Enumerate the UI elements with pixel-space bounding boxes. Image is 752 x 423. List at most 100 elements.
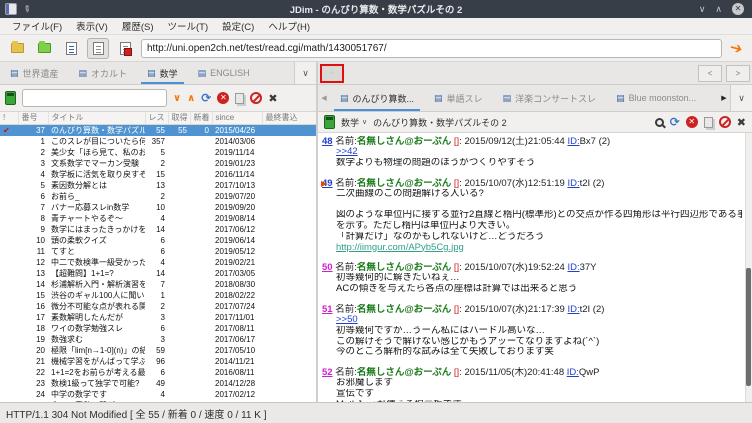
reply-anchor-link[interactable]: >>50: [336, 315, 358, 325]
row-num: 37: [18, 124, 48, 136]
column-header-4[interactable]: 取得: [168, 112, 191, 125]
copy-icon[interactable]: [235, 92, 245, 104]
menu-item-2[interactable]: 履歴(S): [116, 18, 160, 34]
post-number-link[interactable]: 50: [322, 262, 333, 273]
tab-scroll-right-icon[interactable]: ▶: [718, 85, 730, 111]
favorites-button[interactable]: [33, 38, 55, 59]
post-id-link[interactable]: ID:: [567, 178, 579, 189]
thread-stop-icon[interactable]: [718, 116, 731, 128]
row-since: 2014/03/06: [215, 136, 256, 146]
table-row[interactable]: 21 機械学習をがんばって学ぶ 96 2014/11/21: [0, 356, 316, 367]
post-id-link[interactable]: ID:: [567, 304, 579, 315]
url-link[interactable]: http://iimgur.com/APyb5Cg.jpg: [336, 243, 464, 253]
stop-icon[interactable]: [250, 92, 263, 104]
app-window: ✎ JDim - のんびり算数・数学パズルその 2 ∨ ∧ ✕ ファイル(F) 表…: [0, 0, 752, 423]
close-tab-icon[interactable]: ✖: [268, 92, 277, 105]
table-row[interactable]: 15 渋谷のギャル100人に聞い 1 2018/02/22: [0, 290, 316, 301]
menu-item-0[interactable]: ファイル(F): [6, 18, 68, 34]
thread-tab-2[interactable]: ▤ 洋楽コンサートスレ: [493, 85, 607, 111]
post-52: 52 名前:名無しさん@おーぷん []: 2015/11/05(木)20:41:…: [322, 367, 742, 402]
table-row[interactable]: 18 ワイの数学勉強スレ 6 2017/08/11: [0, 323, 316, 334]
column-header-5[interactable]: 新着: [190, 112, 213, 125]
tab-forward-button[interactable]: >: [726, 64, 750, 82]
post-id-link[interactable]: ID:: [567, 262, 579, 273]
menu-item-4[interactable]: 設定(C): [216, 18, 260, 34]
post-id-link[interactable]: ID:: [567, 136, 579, 147]
column-header-3[interactable]: レス: [145, 112, 169, 125]
url-input[interactable]: [141, 38, 723, 58]
thread-close-tab-icon[interactable]: ✖: [737, 116, 746, 129]
board-tab-list-button[interactable]: ∨: [294, 62, 316, 84]
tab-back-button[interactable]: <: [698, 64, 722, 82]
open-url-arrow-icon[interactable]: ➔: [725, 37, 748, 59]
thread-view-button[interactable]: [87, 37, 109, 59]
search-icon[interactable]: [654, 117, 664, 127]
menu-item-3[interactable]: ツール(T): [161, 18, 214, 34]
table-row[interactable]: 12 中二で数検準一級受かった 4 2019/02/21: [0, 257, 316, 268]
thread-tab-0[interactable]: ▤ のんびり算数...: [330, 85, 424, 111]
post-line: MathJax↓が使える掲示板です: [336, 400, 742, 402]
search-up-icon[interactable]: ∧: [187, 93, 195, 104]
thread-copy-icon[interactable]: [703, 116, 713, 128]
table-row[interactable]: 17 素数解明したんだが 3 2017/11/01: [0, 312, 316, 323]
scrollbar-thumb[interactable]: [746, 267, 751, 386]
column-header-1[interactable]: 番号: [18, 112, 49, 125]
image-view-button[interactable]: [114, 38, 136, 59]
table-row[interactable]: 16 微分不可能な点が表れる関 2 2017/07/24: [0, 301, 316, 312]
column-header-7[interactable]: 最終書込: [262, 112, 316, 125]
column-header-2[interactable]: タイトル: [48, 112, 146, 125]
post-id-link[interactable]: ID:: [567, 367, 579, 378]
menu-item-5[interactable]: ヘルプ(H): [262, 18, 316, 34]
thread-close-search-icon[interactable]: ✕: [685, 116, 698, 128]
search-down-icon[interactable]: ∨: [173, 93, 181, 104]
table-row[interactable]: 4 数学板に活気を取り戻すぞ 15 2016/11/14: [0, 169, 316, 180]
table-row[interactable]: 6 お前ら_ 2 2019/07/20: [0, 191, 316, 202]
table-row[interactable]: 2 美少女「ほら見て、私のおま 5 2019/11/14: [0, 147, 316, 158]
post-number-link[interactable]: 48: [322, 136, 333, 147]
board-tab-2[interactable]: ▤ 数学: [137, 62, 188, 84]
write-post-icon[interactable]: [324, 115, 335, 129]
close-button[interactable]: ✕: [732, 3, 744, 15]
new-thread-icon[interactable]: [5, 91, 16, 105]
reply-anchor-link[interactable]: >>42: [336, 147, 358, 157]
table-row[interactable]: 5 素因数分解とは 13 2017/10/13: [0, 180, 316, 191]
thread-scrollbar[interactable]: [745, 133, 752, 402]
close-search-icon[interactable]: ✕: [217, 92, 230, 104]
table-row[interactable]: 14 杉浦解析入門・解析演習を 7 2018/08/30: [0, 279, 316, 290]
table-row[interactable]: 19 数強求む 3 2017/06/17: [0, 334, 316, 345]
minimize-button[interactable]: ∨: [699, 4, 706, 14]
thread-reload-icon[interactable]: ⟳: [670, 115, 680, 129]
board-tab-3[interactable]: ▤ ENGLISH: [188, 62, 260, 84]
table-row[interactable]: 22 1+1=2をお前らが考える最も 6 2016/08/11: [0, 367, 316, 378]
table-row[interactable]: 24 中学の数学です 4 2017/02/12: [0, 389, 316, 400]
table-row[interactable]: 1 このスレが目についたら何 357 2014/03/06: [0, 136, 316, 147]
bbs-list-button[interactable]: [6, 38, 28, 59]
table-row[interactable]: 8 青チャートやるぞ〜 4 2019/08/14: [0, 213, 316, 224]
post-number-link[interactable]: 52: [322, 367, 333, 378]
table-row[interactable]: 7 バナー応募スレin数学 10 2019/09/20: [0, 202, 316, 213]
thread-tab-3[interactable]: ▤ Blue moonston...: [606, 85, 706, 111]
menu-item-1[interactable]: 表示(V): [70, 18, 114, 34]
board-select[interactable]: 数学 ∨: [341, 116, 367, 129]
table-row[interactable]: 3 文系数学でマーカン受験 2 2019/01/23: [0, 158, 316, 169]
tab-scroll-left-icon[interactable]: ◀: [318, 85, 330, 111]
table-row[interactable]: 10 頭の柔軟クイズ 6 2019/06/14: [0, 235, 316, 246]
maximize-button[interactable]: ∧: [715, 4, 722, 14]
highlighted-toggle-button[interactable]: ⁘: [320, 63, 344, 83]
board-view-button[interactable]: [60, 38, 82, 59]
column-header-0[interactable]: !: [0, 112, 19, 125]
table-row[interactable]: 20 極限「lim[n→1-0](n)」の結 59 2017/05/10: [0, 345, 316, 356]
table-row[interactable]: 23 数検1級って独学で可能? 49 2014/12/28: [0, 378, 316, 389]
board-tab-1[interactable]: ▤ オカルト: [69, 62, 138, 84]
board-search-input[interactable]: [22, 89, 167, 107]
table-row[interactable]: 11 てすと 6 2019/05/12: [0, 246, 316, 257]
column-header-6[interactable]: since: [212, 112, 263, 125]
thread-tab-1[interactable]: ▤ 単語スレ: [424, 85, 493, 111]
reload-icon[interactable]: ⟳: [201, 91, 211, 105]
table-row[interactable]: ✔ 37 のんびり算数・数学パズルそ 55 55 0 2015/04/26: [0, 124, 316, 136]
table-row[interactable]: 13 【超難問】1+1=? 14 2017/03/05: [0, 268, 316, 279]
thread-tab-list-button[interactable]: ∨: [730, 85, 752, 111]
post-number-link[interactable]: 51: [322, 304, 333, 315]
board-tab-0[interactable]: ▤ 世界遺産: [0, 62, 69, 84]
table-row[interactable]: 9 数学にはまったきっかけを 14 2017/06/12: [0, 224, 316, 235]
